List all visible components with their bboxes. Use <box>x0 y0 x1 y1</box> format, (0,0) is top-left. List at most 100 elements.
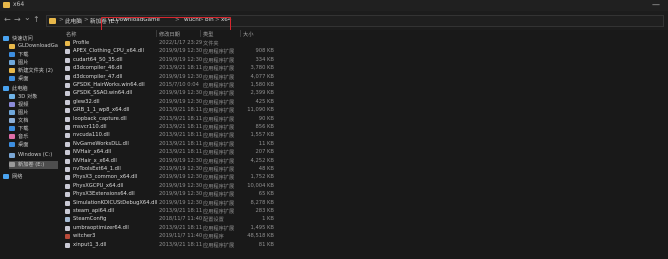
sidebar-item[interactable]: 图片 <box>9 109 63 117</box>
file-name: GFSDK_HairWorks.win64.dll <box>73 82 145 88</box>
file-type: 应用程序扩展 <box>203 225 235 232</box>
file-name: PhysXGCPU_x64.dll <box>73 182 124 189</box>
sidebar-item[interactable]: 快速访问 <box>3 35 57 43</box>
sidebar-item[interactable]: 图片 <box>9 59 63 67</box>
file-row[interactable]: witcher3 2019/11/7 11:40 应用程序 48,518 KB <box>58 233 278 240</box>
download-icon <box>9 126 15 131</box>
dll-file-icon <box>65 183 70 189</box>
file-row[interactable]: msvcr110.dll 2013/9/21 18:11 应用程序扩展 856 KB <box>58 124 278 131</box>
file-row[interactable]: PhysX3Extensions64.dll 2019/9/19 12:30 应用程… <box>58 191 278 198</box>
file-size: 8,278 KB <box>250 199 274 206</box>
file-row[interactable]: APEX_Clothing_CPU_x64.dll 2019/9/19 12:30… <box>58 48 278 55</box>
file-type: 应用程序扩展 <box>203 66 235 73</box>
sidebar-item[interactable]: 下载 <box>9 51 63 59</box>
folder-icon <box>9 44 15 49</box>
file-date: 2018/11/7 11:40 <box>159 216 203 223</box>
file-date: 2015/7/10 0:04 <box>159 82 199 88</box>
sidebar-item[interactable]: 桌面 <box>9 75 63 83</box>
file-row[interactable]: NVHair_x64.dll 2013/9/21 18:11 应用程序扩展 207 K… <box>58 149 278 156</box>
sidebar-item[interactable]: 音乐 <box>9 133 63 141</box>
file-size: 425 KB <box>255 98 274 105</box>
file-row[interactable]: SimulationKDICUStDebugX64.dll 2019/9/19 1… <box>58 200 278 207</box>
download-icon <box>9 52 15 57</box>
column-header-name[interactable]: 名称 <box>66 31 76 38</box>
file-row[interactable]: loopback_capture.dll 2013/9/21 18:11 应用程序扩… <box>58 116 278 123</box>
file-name: NVHair_x_x64.dll <box>73 157 117 164</box>
dll-file-icon <box>65 99 70 105</box>
recent-locations-dropdown[interactable]: ⌄ <box>24 13 31 23</box>
file-row[interactable]: nvcuda110.dll 2013/9/21 18:11 应用程序扩展 1,557 … <box>58 132 278 139</box>
forward-button[interactable]: → <box>14 15 21 25</box>
document-icon <box>9 118 15 123</box>
file-row[interactable]: Profile 2022/1/17 23:29 文件夹 <box>58 40 278 47</box>
file-type: 应用程序扩展 <box>203 141 235 148</box>
column-divider[interactable] <box>156 30 157 37</box>
sidebar-item-label: 网络 <box>12 174 23 180</box>
sidebar-item[interactable]: 下载 <box>9 125 63 133</box>
file-date: 2019/9/19 12:30 <box>159 48 203 55</box>
sidebar-item[interactable]: 新建文件夹 (2) <box>9 67 63 75</box>
file-name: xinput1_3.dll <box>73 241 107 248</box>
file-row[interactable]: NvGameWorksDLL.dll 2013/9/21 18:11 应用程序扩展 1… <box>58 141 278 148</box>
file-row[interactable]: umbraoptimizer64.dll 2013/9/21 18:11 应用程序扩… <box>58 225 278 232</box>
sidebar-item-label: 图片 <box>18 110 29 116</box>
pictures-icon <box>9 60 15 65</box>
file-row[interactable]: d3dcompiler_47.dll 2019/9/19 12:30 应用程序扩展 4… <box>58 74 278 81</box>
file-size: 48,518 KB <box>247 233 274 240</box>
file-date: 2013/9/21 18:11 <box>159 140 203 147</box>
file-size: 207 KB <box>255 149 274 156</box>
sidebar-item[interactable]: Windows (C:) <box>9 152 63 160</box>
application-icon <box>65 234 70 240</box>
up-button[interactable]: ↑ <box>33 15 40 25</box>
sidebar-item[interactable]: 新加卷 (E:) <box>9 161 63 169</box>
file-name: PhysX3Extensions64.dll <box>73 191 135 198</box>
file-size: 1,752 KB <box>250 174 274 181</box>
sidebar-item[interactable]: GLDownloadGame <box>9 43 66 51</box>
file-row[interactable]: GFSDK_SSAO.win64.dll 2019/9/19 12:30 应用程序扩… <box>58 90 278 97</box>
file-type: 配置设置 <box>203 217 224 224</box>
file-row[interactable]: PhysXGCPU_x64.dll 2019/9/19 12:30 应用程序扩展 10… <box>58 183 278 190</box>
sidebar-item-label: 新建文件夹 (2) <box>18 68 53 74</box>
file-row[interactable]: nvToolsExt64_1.dll 2019/9/19 12:30 应用程序扩展 4… <box>58 166 278 173</box>
file-size: 65 KB <box>258 191 274 198</box>
column-header-type[interactable]: 类型 <box>203 31 213 38</box>
column-divider[interactable] <box>240 30 241 37</box>
sidebar-item-label: 3D 对象 <box>18 94 38 100</box>
breadcrumb-separator: > <box>84 17 89 23</box>
dll-file-icon <box>65 74 70 80</box>
file-row[interactable]: GRB_1_1_wp8_x64.dll 2013/9/21 18:11 应用程序扩展… <box>58 107 278 114</box>
file-type: 应用程序扩展 <box>203 91 235 98</box>
file-row[interactable]: SteamConfig 2018/11/7 11:40 配置设置 1 KB <box>58 216 278 223</box>
sidebar-item-label: 新加卷 (E:) <box>18 162 45 168</box>
file-row[interactable]: glew32.dll 2019/9/19 12:30 应用程序扩展 425 KB <box>58 99 278 106</box>
column-divider[interactable] <box>200 30 201 37</box>
sidebar-item[interactable]: 文档 <box>9 117 63 125</box>
back-button[interactable]: ← <box>4 15 11 25</box>
sidebar-item-label: 此电脑 <box>12 86 28 92</box>
file-date: 2019/9/19 12:30 <box>159 90 203 97</box>
file-size: 1 KB <box>262 216 274 223</box>
file-row[interactable]: PhysX3_common_x64.dll 2019/9/19 12:30 应用程序… <box>58 174 278 181</box>
sidebar-item[interactable]: 此电脑 <box>3 85 57 93</box>
desktop-icon <box>9 76 15 81</box>
breadcrumb-this-pc[interactable]: 此电脑 <box>65 17 82 25</box>
file-row[interactable]: NVHair_x_x64.dll 2019/9/19 12:30 应用程序扩展 4,2… <box>58 158 278 165</box>
file-row[interactable]: GFSDK_HairWorks.win64.dll 2015/7/10 0:04 应… <box>58 82 278 89</box>
sidebar-item[interactable]: 3D 对象 <box>9 93 63 101</box>
column-header-date[interactable]: 修改日期 <box>159 31 180 38</box>
file-row[interactable]: xinput1_3.dll 2013/9/21 18:11 应用程序扩展 81 KB <box>58 242 278 249</box>
sidebar-item[interactable]: 网络 <box>3 173 57 181</box>
file-size: 2,399 KB <box>250 90 274 97</box>
sidebar-item[interactable]: 桌面 <box>9 141 63 149</box>
sidebar-item-label: 桌面 <box>18 76 29 82</box>
sidebar-item[interactable]: 视频 <box>9 101 63 109</box>
navigation-bar: ← → ⌄ ↑ > 此电脑 > 新加卷 (E:) > GLDownloadGam… <box>0 11 668 33</box>
file-row[interactable]: d3dcompiler_46.dll 2013/9/21 18:11 应用程序扩展 3… <box>58 65 278 72</box>
minimize-button[interactable]: — <box>652 0 660 9</box>
file-type: 应用程序 <box>203 234 224 241</box>
file-row[interactable]: steam_api64.dll 2013/9/21 18:11 应用程序扩展 283 … <box>58 208 278 215</box>
file-row[interactable]: cudart64_50_35.dll 2019/9/19 12:30 应用程序扩展 3… <box>58 57 278 64</box>
file-date: 2019/9/19 12:30 <box>159 166 203 172</box>
file-name: nvcuda110.dll <box>73 132 110 139</box>
column-header-size[interactable]: 大小 <box>243 31 253 38</box>
